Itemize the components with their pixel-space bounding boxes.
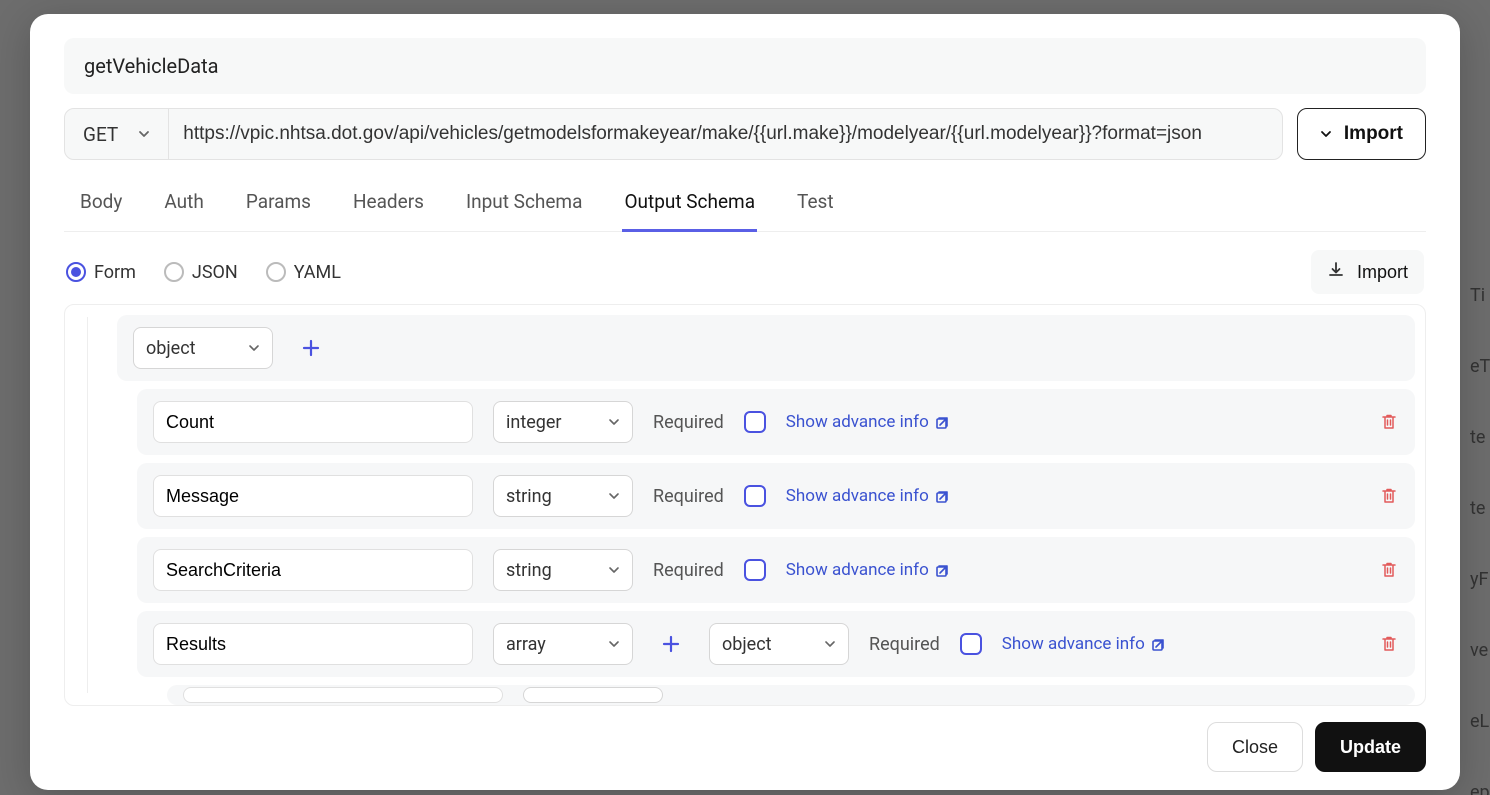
add-field-button[interactable]	[293, 330, 329, 366]
required-label: Required	[653, 486, 724, 507]
field-name-input[interactable]	[153, 549, 473, 591]
tab-input-schema[interactable]: Input Schema	[464, 178, 585, 231]
schema-editor[interactable]: object integer Required	[64, 304, 1426, 706]
field-name-input[interactable]	[183, 687, 503, 703]
schema-field-row-partial	[167, 685, 1415, 705]
add-array-item-button[interactable]	[653, 626, 689, 662]
import-button-label: Import	[1344, 123, 1403, 145]
close-button[interactable]: Close	[1207, 722, 1303, 772]
external-link-icon	[935, 562, 951, 578]
background-obscured-text: Ti eT te te yF ve eL ep	[1470, 0, 1490, 795]
required-checkbox[interactable]	[744, 559, 766, 581]
radio-icon	[266, 262, 286, 282]
chevron-down-icon	[1320, 128, 1332, 140]
method-url-group: GET	[64, 108, 1283, 160]
external-link-icon	[935, 488, 951, 504]
tab-output-schema[interactable]: Output Schema	[622, 178, 757, 232]
tree-guide-line	[87, 317, 88, 693]
required-checkbox[interactable]	[744, 411, 766, 433]
chevron-down-icon	[138, 128, 150, 140]
show-advance-link[interactable]: Show advance info	[786, 486, 951, 506]
api-editor-modal: getVehicleData GET Import Body Auth Para…	[30, 14, 1460, 790]
chevron-down-icon	[608, 564, 620, 576]
format-radio-yaml[interactable]: YAML	[266, 262, 341, 283]
external-link-icon	[935, 414, 951, 430]
tab-params[interactable]: Params	[244, 178, 313, 231]
delete-field-button[interactable]	[1379, 486, 1399, 506]
schema-field-row: integer Required Show advance info	[137, 389, 1415, 455]
field-type-select[interactable]: integer	[493, 401, 633, 443]
format-radio-form[interactable]: Form	[66, 262, 136, 283]
tab-auth[interactable]: Auth	[162, 178, 205, 231]
download-icon	[1327, 261, 1345, 284]
chevron-down-icon	[608, 416, 620, 428]
delete-field-button[interactable]	[1379, 412, 1399, 432]
radio-icon	[164, 262, 184, 282]
chevron-down-icon	[608, 490, 620, 502]
required-checkbox[interactable]	[744, 485, 766, 507]
http-method-value: GET	[83, 123, 118, 146]
schema-root-row: object	[117, 315, 1415, 381]
schema-import-button[interactable]: Import	[1311, 250, 1424, 294]
modal-footer: Close Update	[64, 706, 1426, 772]
tab-body[interactable]: Body	[78, 178, 124, 231]
delete-field-button[interactable]	[1379, 634, 1399, 654]
import-button[interactable]: Import	[1297, 108, 1426, 160]
show-advance-link[interactable]: Show advance info	[786, 560, 951, 580]
field-type-select[interactable]	[523, 687, 663, 703]
tab-headers[interactable]: Headers	[351, 178, 426, 231]
field-type-select[interactable]: string	[493, 475, 633, 517]
chevron-down-icon	[248, 342, 260, 354]
delete-field-button[interactable]	[1379, 560, 1399, 580]
endpoint-name-field[interactable]: getVehicleData	[64, 38, 1426, 94]
schema-field-row: array object Required Show advance info	[137, 611, 1415, 677]
format-radio-group: Form JSON YAML	[66, 262, 341, 283]
radio-icon	[66, 262, 86, 282]
field-name-input[interactable]	[153, 623, 473, 665]
field-name-input[interactable]	[153, 475, 473, 517]
tab-bar: Body Auth Params Headers Input Schema Ou…	[64, 178, 1426, 232]
chevron-down-icon	[608, 638, 620, 650]
field-type-select[interactable]: string	[493, 549, 633, 591]
required-checkbox[interactable]	[960, 633, 982, 655]
http-method-select[interactable]: GET	[65, 109, 169, 159]
field-type-select[interactable]: array	[493, 623, 633, 665]
chevron-down-icon	[824, 638, 836, 650]
array-item-type-select[interactable]: object	[709, 623, 849, 665]
schema-field-row: string Required Show advance info	[137, 537, 1415, 603]
root-type-select[interactable]: object	[133, 327, 273, 369]
format-radio-json[interactable]: JSON	[164, 262, 238, 283]
required-label: Required	[869, 634, 940, 655]
update-button[interactable]: Update	[1315, 722, 1426, 772]
schema-field-row: string Required Show advance info	[137, 463, 1415, 529]
required-label: Required	[653, 412, 724, 433]
show-advance-link[interactable]: Show advance info	[1002, 634, 1167, 654]
tab-test[interactable]: Test	[795, 178, 836, 231]
required-label: Required	[653, 560, 724, 581]
external-link-icon	[1151, 636, 1167, 652]
field-name-input[interactable]	[153, 401, 473, 443]
url-input[interactable]	[169, 109, 1282, 159]
show-advance-link[interactable]: Show advance info	[786, 412, 951, 432]
